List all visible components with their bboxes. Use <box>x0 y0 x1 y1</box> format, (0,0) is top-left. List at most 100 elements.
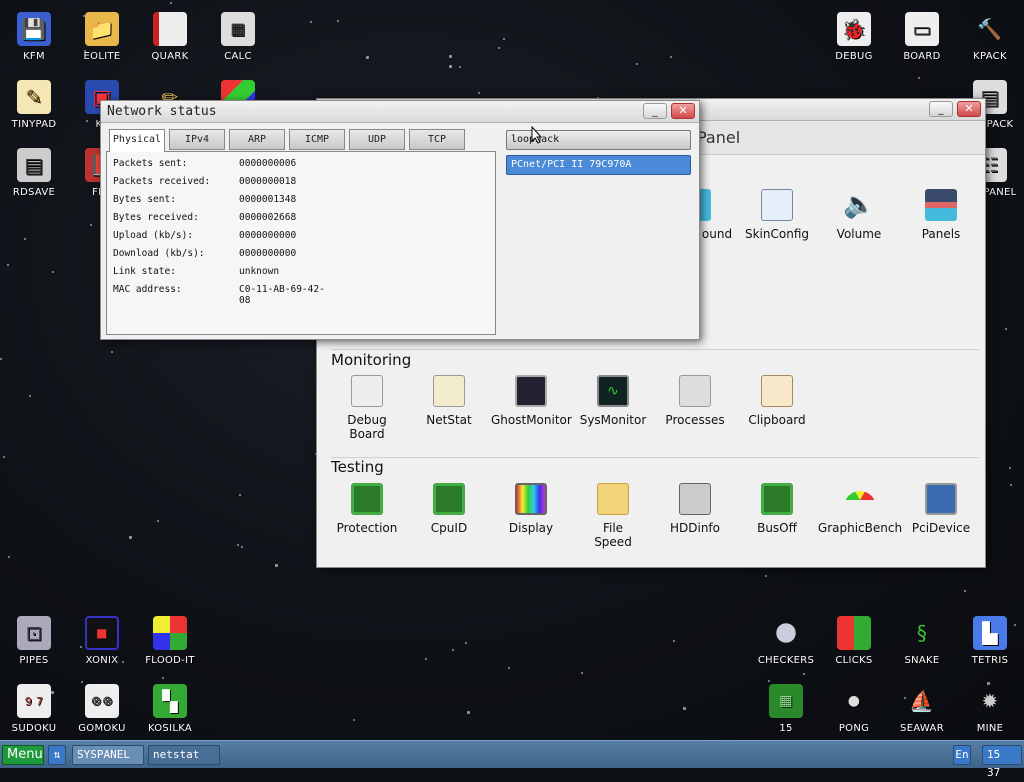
star <box>90 224 92 226</box>
syspanel-item-skinconfig[interactable]: SkinConfig <box>737 189 817 241</box>
debugboard-icon <box>351 375 383 407</box>
desktop-icon-kosilka[interactable]: ▚ KOSILKA <box>136 678 204 740</box>
syspanel-item-debug-board[interactable]: Debug Board <box>327 375 407 441</box>
star <box>636 63 638 65</box>
notepad-icon: ✎ <box>17 80 51 114</box>
syspanel-item-busoff[interactable]: BusOff <box>737 483 817 535</box>
syspanel-item-sysmonitor[interactable]: ∿ SysMonitor <box>573 375 653 427</box>
tab-ipv4[interactable]: IPv4 <box>169 129 225 150</box>
volume-icon: 🔈 <box>843 190 876 220</box>
tab-icmp[interactable]: ICMP <box>289 129 345 150</box>
star <box>170 2 172 4</box>
language-indicator[interactable]: En <box>953 745 971 765</box>
desktop-icon-eolite[interactable]: 📁 EOLITE <box>68 6 136 70</box>
desktop-icon-kfm[interactable]: 💾 KFM <box>0 6 68 70</box>
xonix-icon: ■ <box>85 616 119 650</box>
cursor-icon <box>531 126 543 144</box>
pipes-icon: ⊡ <box>17 616 51 650</box>
minimize-button[interactable]: _ <box>643 103 667 119</box>
fifteen-icon: ▦ <box>769 684 803 718</box>
syspanel-item-hddinfo[interactable]: HDDinfo <box>655 483 735 535</box>
star <box>503 38 505 40</box>
task-syspanel[interactable]: SYSPANEL <box>72 745 144 765</box>
tab-physical[interactable]: Physical <box>109 129 165 152</box>
desktop-icon-calc[interactable]: ▦ CALC <box>204 6 272 70</box>
star <box>239 494 241 496</box>
star <box>29 395 31 397</box>
syspanel-item-netstat[interactable]: NetStat <box>409 375 489 427</box>
desktop-icon-rdsave[interactable]: ▤ RDSAVE <box>0 142 68 206</box>
desktop-icon-mine[interactable]: ✹ MINE <box>956 678 1024 740</box>
desktop-icon-pipes[interactable]: ⊡ PIPES <box>0 610 68 674</box>
syspanel-item-panels[interactable]: Panels <box>901 189 981 241</box>
switch-icon[interactable]: ⇅ <box>48 745 66 765</box>
syspanel-item-file-speed[interactable]: File Speed <box>573 483 653 549</box>
star <box>581 672 583 674</box>
task-netstat[interactable]: netstat <box>148 745 220 765</box>
pci-icon <box>925 483 957 515</box>
minimize-button[interactable]: _ <box>929 101 953 117</box>
tab-arp[interactable]: ARP <box>229 129 285 150</box>
calculator-icon: ▦ <box>221 12 255 46</box>
panels-icon <box>925 189 957 221</box>
star <box>459 66 461 68</box>
star <box>508 667 510 669</box>
desktop-icon-kpack[interactable]: 🔨 KPACK <box>956 6 1024 70</box>
desktop-icon-pong[interactable]: ● PONG <box>820 678 888 740</box>
star <box>310 21 312 23</box>
syspanel-item-clipboard[interactable]: Clipboard <box>737 375 817 427</box>
close-button[interactable]: ✕ <box>671 103 695 119</box>
star <box>1009 467 1011 469</box>
star <box>237 544 239 546</box>
divider <box>331 349 979 350</box>
syspanel-item-pcidevice[interactable]: PciDevice <box>901 483 981 535</box>
close-button[interactable]: ✕ <box>957 101 981 117</box>
chip-icon <box>433 483 465 515</box>
desktop-icon-checkers[interactable]: CHECKERS <box>752 610 820 674</box>
desktop-icon-sudoku[interactable]: 9 7 SUDOKU <box>0 678 68 740</box>
star <box>241 546 243 548</box>
desktop-icon-board[interactable]: ▭ BOARD <box>888 6 956 70</box>
syspanel-item-protection[interactable]: Protection <box>327 483 407 535</box>
desktop-icon-clicks[interactable]: CLICKS <box>820 610 888 674</box>
stat-row: Packets sent: 0000000006 <box>113 158 297 169</box>
desktop-icon-gomoku[interactable]: ⊗⊗ GOMOKU <box>68 678 136 740</box>
desktop-icon-snake[interactable]: § SNAKE <box>888 610 956 674</box>
syspanel-item-volume[interactable]: 🔈 Volume <box>819 189 899 241</box>
star <box>1010 484 1012 486</box>
syspanel-item-processes[interactable]: Processes <box>655 375 735 427</box>
syspanel-item-display[interactable]: Display <box>491 483 571 535</box>
tab-udp[interactable]: UDP <box>349 129 405 150</box>
desktop-icon-tinypad[interactable]: ✎ TINYPAD <box>0 74 68 138</box>
syspanel-item-cpuid[interactable]: CpuID <box>409 483 489 535</box>
stat-row: Bytes received: 0000002668 <box>113 212 297 223</box>
chip-icon <box>761 483 793 515</box>
interface-pcnet[interactable]: PCnet/PCI II 79C970A <box>506 155 691 175</box>
desktop-icon-flood-it[interactable]: FLOOD-IT <box>136 610 204 674</box>
processes-icon <box>679 375 711 407</box>
star <box>670 56 672 58</box>
syspanel-item-graphicbench[interactable]: GraphicBench <box>817 483 903 535</box>
taskbar: Menu ⇅ SYSPANEL netstat En 15 37 <box>0 740 1024 779</box>
gauge-icon <box>844 491 876 509</box>
desktop-icon-xonix[interactable]: ■ XONIX <box>68 610 136 674</box>
syspanel-item-ghostmonitor[interactable]: GhostMonitor <box>491 375 572 427</box>
desktop-icon-tetris[interactable]: ▙ TETRIS <box>956 610 1024 674</box>
sysmonitor-icon: ∿ <box>597 375 629 407</box>
display-icon <box>515 483 547 515</box>
desktop-icon-seawar[interactable]: ⛵ SEAWAR <box>888 678 956 740</box>
desktop-icon-debug[interactable]: 🐞 DEBUG <box>820 6 888 70</box>
menu-button[interactable]: Menu <box>2 745 44 765</box>
desktop-icon-15[interactable]: ▦ 15 <box>752 678 820 740</box>
ghostmonitor-icon <box>515 375 547 407</box>
stat-row: Download (kb/s): 0000000000 <box>113 248 297 259</box>
star <box>765 575 767 577</box>
netstat-titlebar[interactable]: Network status _ ✕ <box>101 101 699 123</box>
sudoku-icon: 9 7 <box>17 684 51 718</box>
tab-tcp[interactable]: TCP <box>409 129 465 150</box>
desktop-icon-quark[interactable]: QUARK <box>136 6 204 70</box>
star <box>337 20 339 22</box>
tetris-icon: ▙ <box>973 616 1007 650</box>
mine-icon: ✹ <box>981 689 999 713</box>
stats-panel: Packets sent: 0000000006 Packets received… <box>106 151 496 335</box>
